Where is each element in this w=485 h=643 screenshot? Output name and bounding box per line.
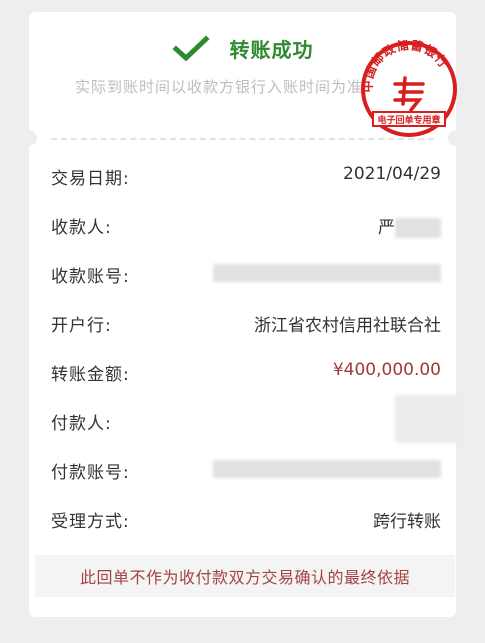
redacted-payer-account xyxy=(213,460,441,478)
row-transaction-date: 交易日期: 2021/04/29 xyxy=(51,164,441,213)
value-payee-wrap: 严 xyxy=(378,213,441,238)
redacted-payer xyxy=(395,395,463,443)
row-payee: 收款人: 严 xyxy=(51,213,441,262)
receipt-card: 转账成功 实际到账时间以收款方银行入账时间为准 中国邮政储蓄银行 电子回单专用章 xyxy=(21,12,464,617)
label-transaction-date: 交易日期: xyxy=(51,169,130,189)
value-bank: 浙江省农村信用社联合社 xyxy=(254,316,441,336)
label-amount: 转账金额: xyxy=(51,365,130,385)
detail-rows: 交易日期: 2021/04/29 收款人: 严 收款账号: 开户行: 浙江省农村… xyxy=(51,164,463,556)
value-payee: 严 xyxy=(378,218,395,238)
redacted-payee-account xyxy=(213,264,441,282)
value-amount: ¥400,000.00 xyxy=(332,360,441,380)
label-payer-account: 付款账号: xyxy=(51,463,130,483)
value-transaction-date: 2021/04/29 xyxy=(343,164,441,184)
check-icon xyxy=(171,34,210,61)
row-bank: 开户行: 浙江省农村信用社联合社 xyxy=(51,311,441,360)
label-payee-account: 收款账号: xyxy=(51,267,130,287)
ticket-notch-right xyxy=(448,130,464,146)
ticket-notch-left xyxy=(21,130,37,146)
dashed-divider xyxy=(51,138,434,140)
row-amount: 转账金额: ¥400,000.00 xyxy=(51,360,441,409)
row-payer-account: 付款账号: xyxy=(51,458,441,507)
label-bank: 开户行: xyxy=(51,316,112,336)
label-payer: 付款人: xyxy=(51,414,112,434)
svg-text:电子回单专用章: 电子回单专用章 xyxy=(377,114,440,126)
receipt-header: 转账成功 实际到账时间以收款方银行入账时间为准 中国邮政储蓄银行 电子回单专用章 xyxy=(29,12,457,137)
redacted-payee xyxy=(395,218,441,238)
disclaimer-notice: 此回单不作为收付款双方交易确认的最终依据 xyxy=(35,555,455,597)
row-payee-account: 收款账号: xyxy=(51,262,441,311)
row-method: 受理方式: 跨行转账 xyxy=(51,507,441,556)
bank-seal-stamp: 中国邮政储蓄银行 电子回单专用章 xyxy=(360,40,457,137)
label-method: 受理方式: xyxy=(51,512,130,532)
status-title: 转账成功 xyxy=(229,38,314,62)
value-method: 跨行转账 xyxy=(373,512,441,532)
row-payer: 付款人: xyxy=(51,395,463,458)
label-payee: 收款人: xyxy=(51,218,112,238)
